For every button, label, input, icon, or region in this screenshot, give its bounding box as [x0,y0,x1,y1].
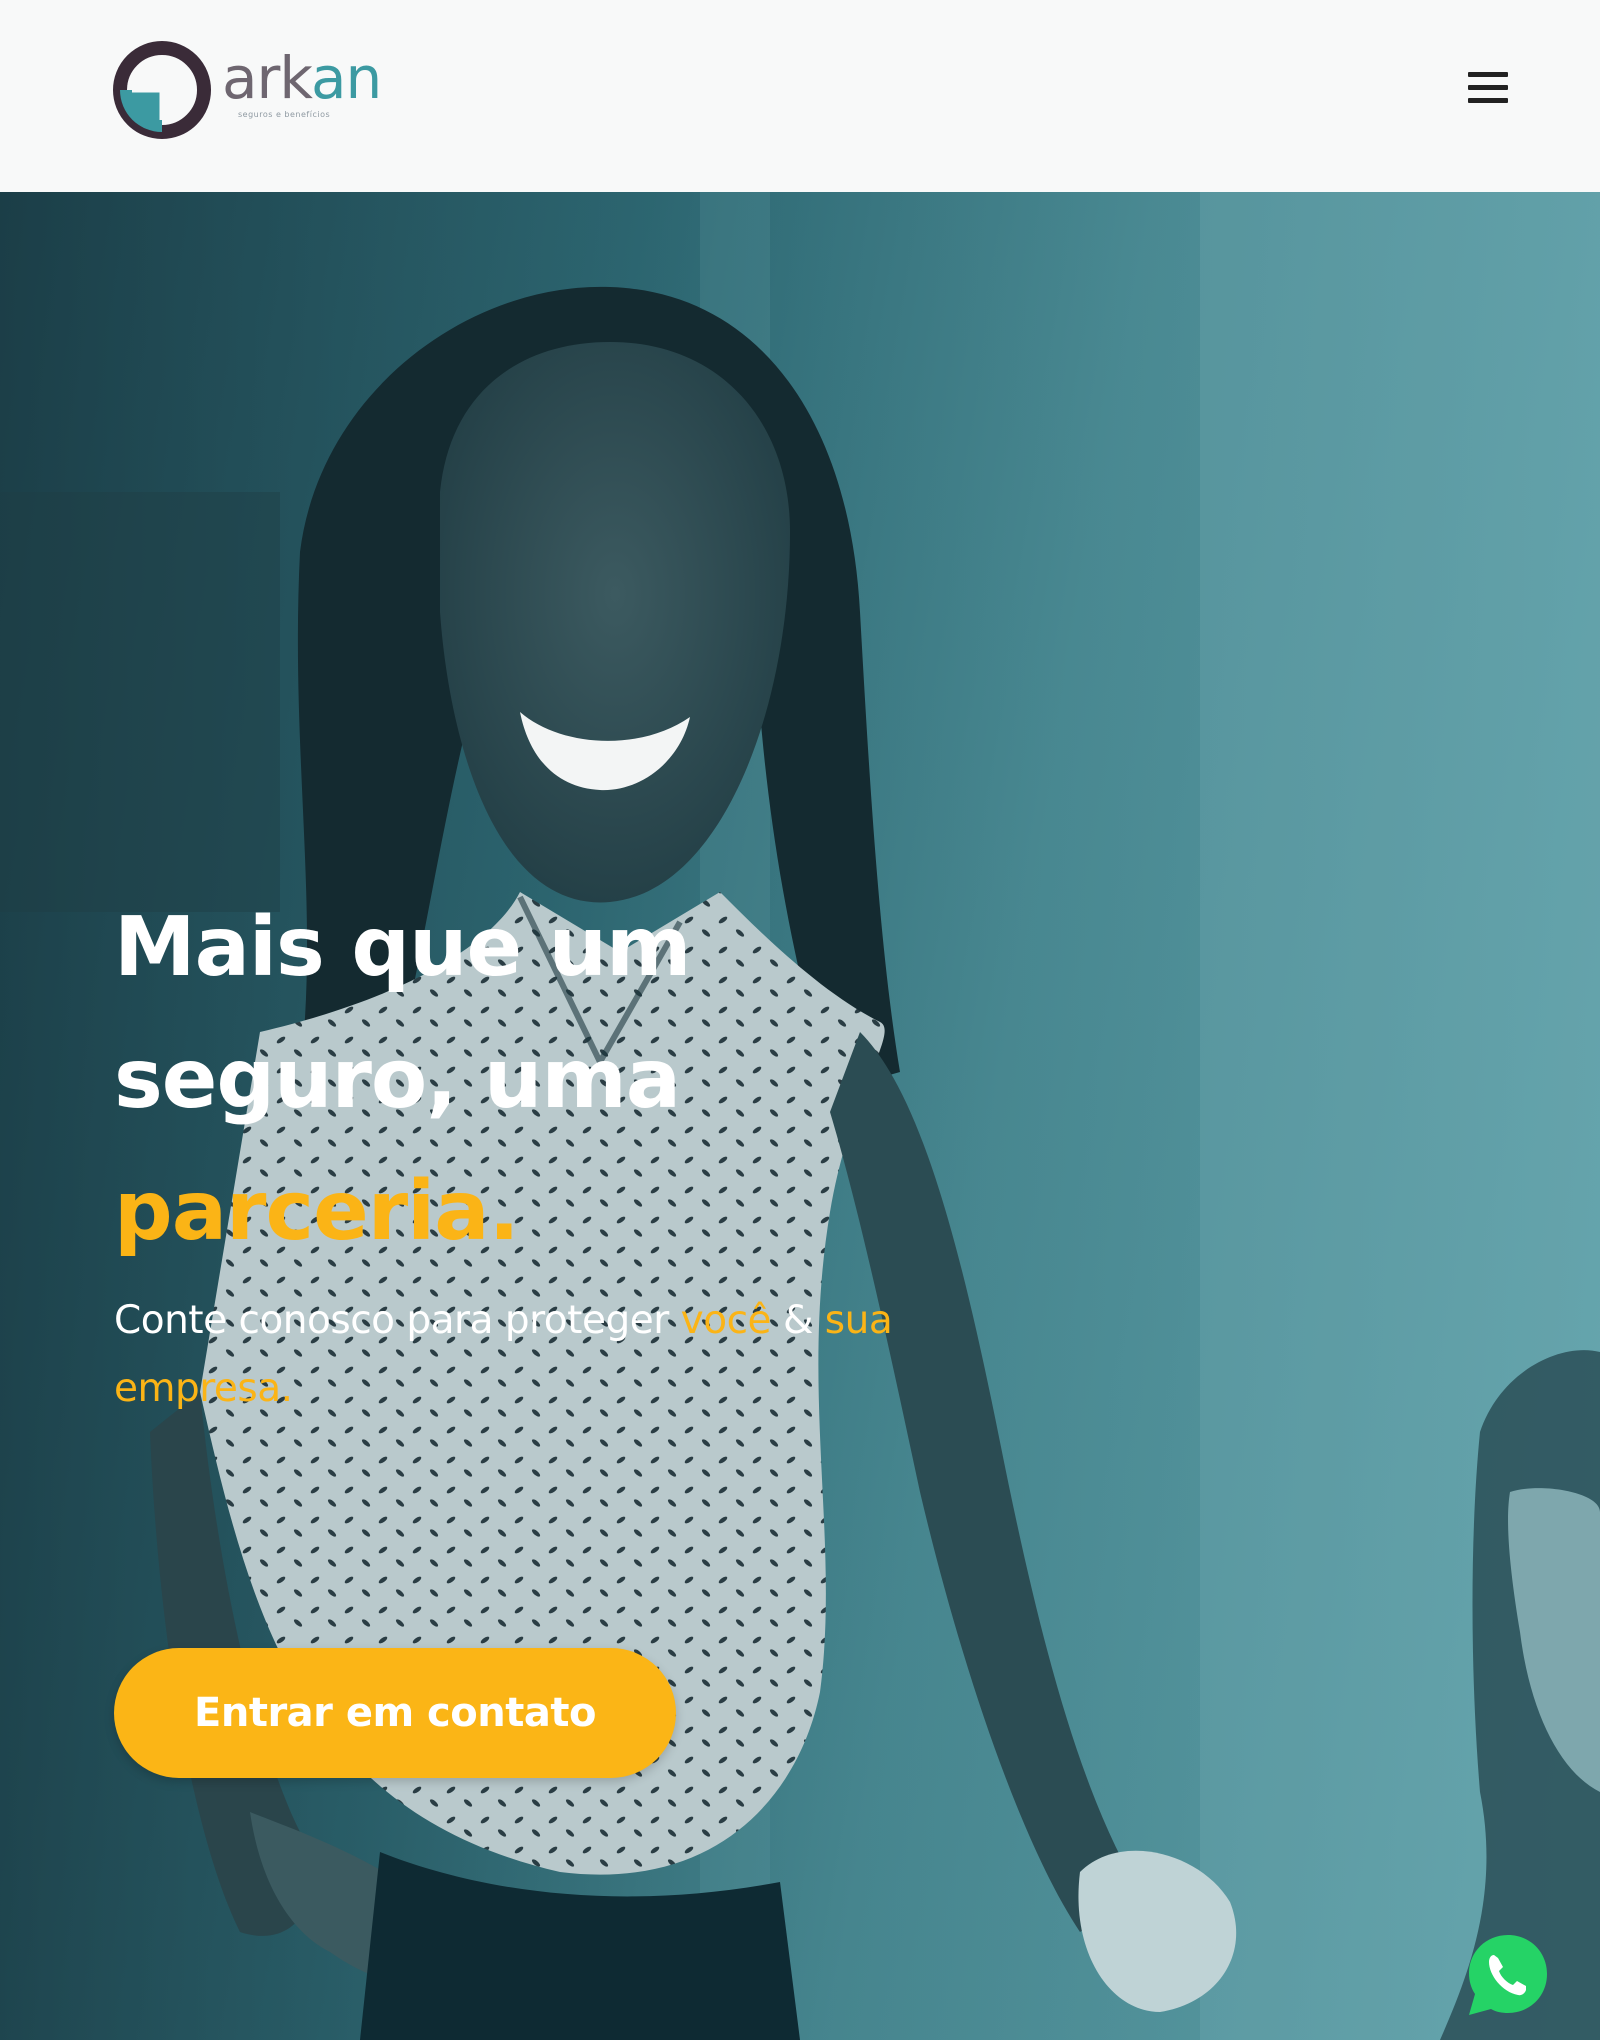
hero-headline-line2: seguro, uma [114,1032,681,1127]
whatsapp-floating-button[interactable] [1464,1931,1552,2019]
hero-subline-voce: você [680,1298,772,1343]
hero-subline-amp: & [782,1298,813,1343]
arkan-logo[interactable]: arkan seguros e benefícios [112,40,402,140]
hamburger-menu-button[interactable] [1458,66,1514,110]
hero-subline: Conte conosco para proteger você & sua e… [114,1287,934,1423]
logo-tagline: seguros e benefícios [238,110,331,119]
logo-wordmark: arkan [222,44,382,112]
contact-cta-button[interactable]: Entrar em contato [114,1648,676,1778]
logo-word-ark: ark [222,44,312,112]
logo-mark-icon [113,41,211,139]
hero-subline-prefix: Conte conosco para proteger [114,1298,669,1343]
hero-section: Mais que um seguro, uma parceria. Conte … [0,192,1600,2040]
logo-word-an: an [310,44,382,112]
site-header: arkan seguros e benefícios [0,0,1600,192]
hero-headline-accent: parceria. [114,1164,520,1259]
hero-headline-line1: Mais que um [114,900,691,995]
hero-headline: Mais que um seguro, uma parceria. [114,882,834,1278]
whatsapp-icon [1469,1935,1547,2015]
